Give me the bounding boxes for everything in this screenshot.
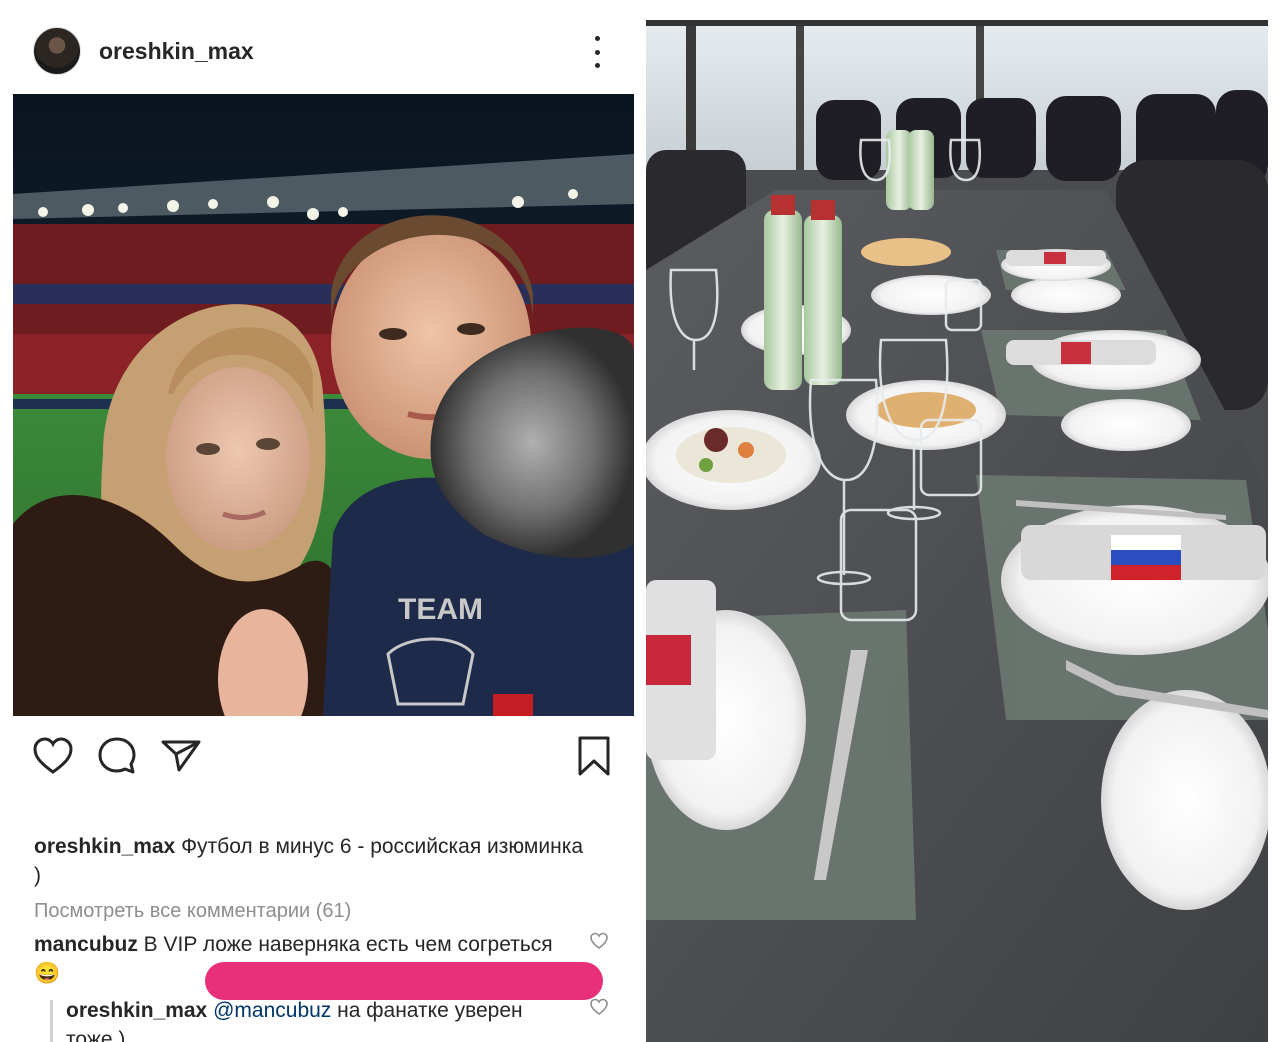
- dining-table-image: [646, 20, 1268, 1042]
- stadium-selfie-image: TEAM: [13, 94, 634, 716]
- reply-thread-line: [50, 1000, 53, 1042]
- vip-table-photo: [646, 20, 1268, 1042]
- comment-like-heart-icon[interactable]: [589, 931, 609, 951]
- post-caption: oreshkin_max Футбол в минус 6 - российск…: [34, 832, 594, 890]
- heart-icon[interactable]: [31, 734, 75, 778]
- instagram-post: oreshkin_max TEAM oreshkin_max Футбол в …: [0, 0, 645, 1042]
- more-vertical-icon[interactable]: [585, 36, 609, 68]
- post-header: oreshkin_max: [0, 0, 645, 92]
- reply-item: oreshkin_max @mancubuz на фанатке уверен…: [66, 996, 566, 1042]
- avatar[interactable]: [33, 27, 81, 75]
- caption-author[interactable]: oreshkin_max: [34, 835, 175, 858]
- view-all-comments-link[interactable]: Посмотреть все комментарии (61): [34, 900, 351, 923]
- post-actions: [0, 728, 645, 784]
- redaction-mark: [205, 962, 603, 1000]
- reply-mention[interactable]: @mancubuz: [213, 999, 331, 1022]
- reply-author[interactable]: oreshkin_max: [66, 999, 207, 1022]
- reply-like-heart-icon[interactable]: [589, 997, 609, 1017]
- bookmark-icon[interactable]: [572, 734, 616, 778]
- comment-icon[interactable]: [95, 734, 139, 778]
- post-username[interactable]: oreshkin_max: [99, 38, 254, 65]
- paper-plane-icon[interactable]: [159, 734, 203, 778]
- comment-author[interactable]: mancubuz: [34, 933, 138, 956]
- collage-divider: [636, 0, 646, 1042]
- post-photo[interactable]: TEAM: [13, 94, 634, 716]
- jacket-text: TEAM: [398, 593, 483, 626]
